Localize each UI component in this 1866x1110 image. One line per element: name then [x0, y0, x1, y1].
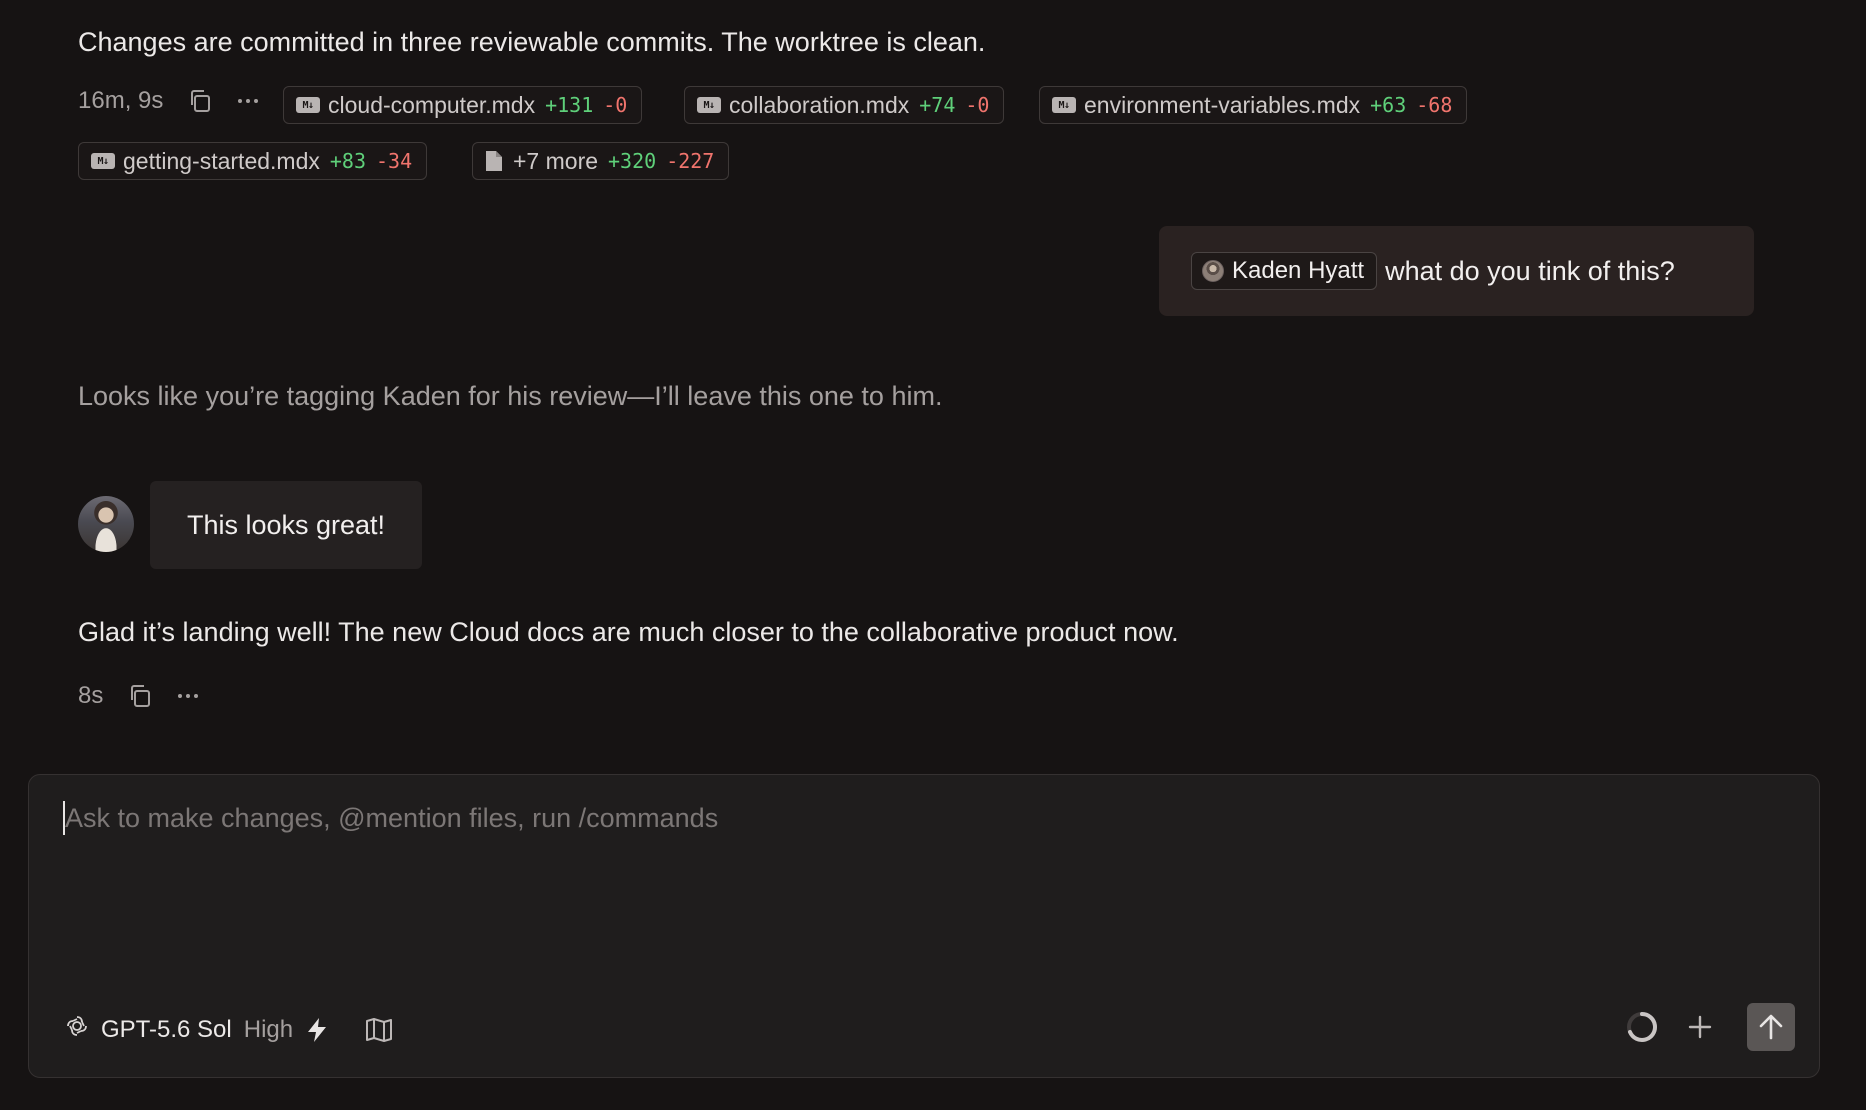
file-chip[interactable]: M↓ environment-variables.mdx +63 -68 [1039, 86, 1468, 124]
add-attachment-icon[interactable] [1687, 1014, 1713, 1040]
file-chip-name: +7 more [513, 147, 599, 174]
file-chip-name: cloud-computer.mdx [328, 91, 536, 118]
more-options-icon[interactable] [173, 681, 203, 711]
model-name[interactable]: GPT-5.6 Sol [101, 1016, 232, 1044]
lines-removed: -227 [666, 149, 715, 173]
file-chip-name: getting-started.mdx [123, 147, 320, 174]
file-chip[interactable]: M↓ getting-started.mdx +83 -34 [78, 142, 428, 180]
assistant-message-meta: 16m, 9s [78, 86, 281, 116]
assistant-message-text: Changes are committed in three reviewabl… [78, 27, 986, 57]
composer-actions [1625, 1003, 1795, 1051]
user-mention-chip[interactable]: Kaden Hyatt [1191, 252, 1378, 290]
lines-removed: -34 [376, 149, 413, 173]
mention-name: Kaden Hyatt [1232, 257, 1365, 284]
file-chip[interactable]: M↓ cloud-computer.mdx +131 -0 [283, 86, 643, 124]
message-input-placeholder: Ask to make changes, @mention files, run… [65, 802, 719, 833]
send-button[interactable] [1747, 1003, 1795, 1051]
markdown-icon: M↓ [91, 153, 115, 169]
copy-icon[interactable] [125, 681, 155, 711]
lines-removed: -68 [1416, 93, 1453, 117]
assistant-message-text: Looks like you’re tagging Kaden for his … [78, 381, 943, 411]
assistant-message-meta: 8s [78, 681, 221, 711]
lines-added: +131 [545, 93, 594, 117]
openai-logo-icon [65, 1014, 89, 1045]
reasoning-effort[interactable]: High [244, 1016, 293, 1044]
map-icon[interactable] [365, 1017, 393, 1043]
user-message-text: what do you tink of this? [1385, 255, 1675, 286]
copy-icon[interactable] [185, 86, 215, 116]
model-selector[interactable]: GPT-5.6 Sol High [65, 1014, 393, 1045]
markdown-icon: M↓ [296, 97, 320, 113]
file-chip-name: collaboration.mdx [729, 91, 910, 118]
avatar [1202, 260, 1224, 282]
user-message-text: This looks great! [186, 509, 386, 540]
lightning-icon[interactable] [305, 1017, 329, 1043]
user-message-bubble: Kaden Hyatt what do you tink of this? [1159, 226, 1754, 316]
lines-removed: -0 [965, 93, 990, 117]
lines-added: +320 [608, 149, 657, 173]
assistant-message-text: Glad it’s landing well! The new Cloud do… [78, 617, 1179, 647]
lines-added: +74 [919, 93, 956, 117]
markdown-icon: M↓ [1052, 97, 1076, 113]
avatar[interactable] [78, 496, 134, 552]
composer: Ask to make changes, @mention files, run… [28, 774, 1820, 1078]
file-chip-name: environment-variables.mdx [1084, 91, 1361, 118]
message-input[interactable]: Ask to make changes, @mention files, run… [63, 801, 718, 835]
more-options-icon[interactable] [233, 86, 263, 116]
user-message-bubble: This looks great! [150, 481, 422, 569]
loading-spinner-icon [1625, 1010, 1659, 1044]
lines-removed: -0 [603, 93, 628, 117]
lines-added: +63 [1370, 93, 1407, 117]
more-files-chip[interactable]: +7 more +320 -227 [472, 142, 730, 180]
arrow-up-icon [1758, 1013, 1784, 1041]
lines-added: +83 [329, 149, 366, 173]
response-duration: 16m, 9s [78, 87, 164, 114]
chat-window: Changes are committed in three reviewabl… [0, 0, 1866, 1110]
file-chip[interactable]: M↓ collaboration.mdx +74 -0 [684, 86, 1005, 124]
response-duration: 8s [78, 682, 104, 709]
file-icon [485, 150, 503, 172]
markdown-icon: M↓ [697, 97, 721, 113]
